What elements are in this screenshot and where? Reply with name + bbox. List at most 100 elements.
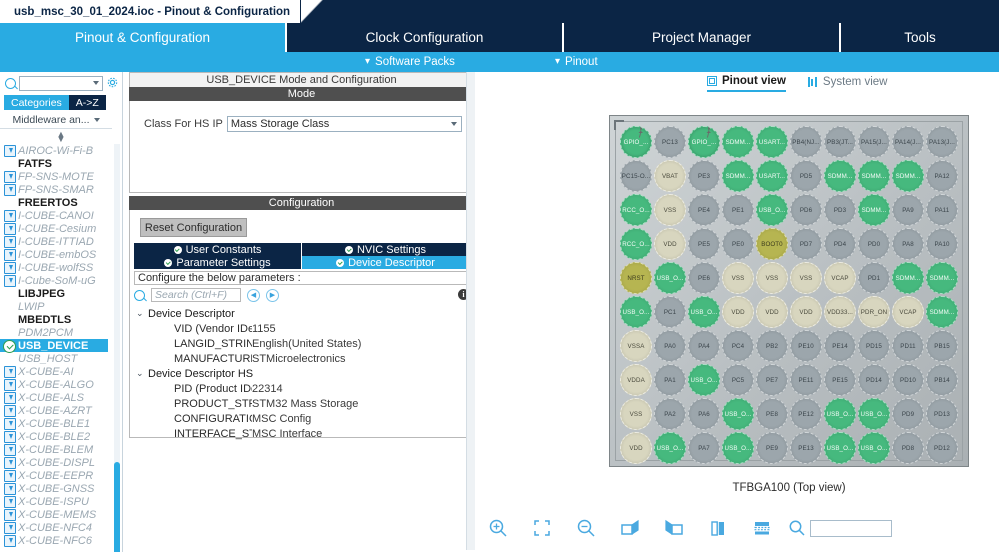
download-icon[interactable] <box>4 405 16 417</box>
pin-pd10-r8c9[interactable]: PD10 <box>892 364 924 396</box>
download-icon[interactable] <box>4 210 16 222</box>
pin-pa7-r10c3[interactable]: PA7 <box>688 432 720 464</box>
download-icon[interactable] <box>4 184 16 196</box>
tab-user-constants[interactable]: User Constants <box>134 243 302 256</box>
parameter-row[interactable]: CONFIGURATION_STRIN...MSC Config <box>134 411 472 426</box>
sidebar-item-i-cube-canoi[interactable]: I-CUBE-CANOI <box>0 209 112 222</box>
pin-rcc-o-r4c1[interactable]: RCC_O... <box>620 228 652 260</box>
parameter-row[interactable]: MANUFACTURER_STRIN...STMicroelectronics <box>134 351 472 366</box>
download-icon[interactable] <box>4 249 16 261</box>
pin-vss-r5c4[interactable]: VSS <box>722 262 754 294</box>
pin-usart-r2c5[interactable]: USART... <box>756 160 788 192</box>
pin-pe14-r7c7[interactable]: PE14 <box>824 330 856 362</box>
pin-vcap-r6c9[interactable]: VCAP <box>892 296 924 328</box>
pin-sdmm-r2c9[interactable]: SDMM... <box>892 160 924 192</box>
pin-pe3-r2c3[interactable]: PE3 <box>688 160 720 192</box>
pin-pe10-r7c6[interactable]: PE10 <box>790 330 822 362</box>
pin-vdda-r8c1[interactable]: VDDA <box>620 364 652 396</box>
pin-pd7-r4c6[interactable]: PD7 <box>790 228 822 260</box>
pin-usb-o-r6c1[interactable]: USB_O... <box>620 296 652 328</box>
parameter-value[interactable]: MSC Config <box>252 413 311 425</box>
sidebar-item-x-cube-eepr[interactable]: X-CUBE-EEPR <box>0 469 112 482</box>
rotate-right-icon[interactable] <box>608 508 652 548</box>
pin-pe11-r8c6[interactable]: PE11 <box>790 364 822 396</box>
pin-usb-o-r10c8[interactable]: USB_O... <box>858 432 890 464</box>
tab-device-descriptor[interactable]: Device Descriptor <box>302 256 469 269</box>
download-icon[interactable] <box>4 392 16 404</box>
fit-to-screen-icon[interactable] <box>520 508 564 548</box>
parameter-row[interactable]: PID (Product IDentifier)22314 <box>134 381 472 396</box>
pin-sdmm-r2c7[interactable]: SDMM... <box>824 160 856 192</box>
gear-icon[interactable] <box>107 77 118 88</box>
pin-sdmm-r5c10[interactable]: SDMM... <box>926 262 958 294</box>
pin-pc13-r1c2[interactable]: PC13 <box>654 126 686 158</box>
chevron-right-icon[interactable]: ▶ <box>266 288 279 302</box>
pin-pd13-r9c10[interactable]: PD13 <box>926 398 958 430</box>
pin-pd15-r7c8[interactable]: PD15 <box>858 330 890 362</box>
parameter-row[interactable]: VID (Vendor IDentifier)1155 <box>134 321 472 336</box>
pin-pe7-r8c5[interactable]: PE7 <box>756 364 788 396</box>
pin-usb-o-r5c2[interactable]: USB_O... <box>654 262 686 294</box>
pin-pa8-r4c9[interactable]: PA8 <box>892 228 924 260</box>
software-packs-menu[interactable]: ▾ Software Packs <box>365 52 455 72</box>
pin-sdmm-r2c8[interactable]: SDMM... <box>858 160 890 192</box>
pin-pe13-r10c6[interactable]: PE13 <box>790 432 822 464</box>
sidebar-item-x-cube-gnss[interactable]: X-CUBE-GNSS <box>0 482 112 495</box>
sidebar-scrollbar-thumb[interactable] <box>114 462 120 552</box>
pin-pa11-r3c10[interactable]: PA11 <box>926 194 958 226</box>
component-list[interactable]: AIROC-Wi-Fi-B FATFS FP-SNS-MOTE FP-SNS-SMAR… <box>0 144 112 552</box>
pin-vdd-r6c4[interactable]: VDD <box>722 296 754 328</box>
pin-pe8-r9c5[interactable]: PE8 <box>756 398 788 430</box>
parameter-value[interactable]: 1155 <box>252 323 276 335</box>
pin-usb-o-r8c3[interactable]: USB_O... <box>688 364 720 396</box>
project-title-tab[interactable]: usb_msc_30_01_2024.ioc - Pinout & Config… <box>0 0 301 23</box>
download-icon[interactable] <box>4 366 16 378</box>
parameter-value[interactable]: STMicroelectronics <box>252 353 346 365</box>
pin-pd3-r3c7[interactable]: PD3 <box>824 194 856 226</box>
sidebar-item-fp-sns-smar[interactable]: FP-SNS-SMAR <box>0 183 112 196</box>
pin-usart-r1c5[interactable]: USART... <box>756 126 788 158</box>
parameter-row[interactable]: PRODUCT_STRING (Prod...STM32 Mass Storag… <box>134 396 472 411</box>
pin-pa9-r3c9[interactable]: PA9 <box>892 194 924 226</box>
pin-vss-r3c2[interactable]: VSS <box>654 194 686 226</box>
parameter-value[interactable]: MSC Interface <box>252 428 322 440</box>
pin-pe5-r4c3[interactable]: PE5 <box>688 228 720 260</box>
sidebar-item-libjpeg[interactable]: LIBJPEG <box>0 287 112 300</box>
pin-sdmm-r3c8[interactable]: SDMM... <box>858 194 890 226</box>
parameter-value[interactable]: 22314 <box>252 383 283 395</box>
sidebar-item-x-cube-displ[interactable]: X-CUBE-DISPL <box>0 456 112 469</box>
pin-vdd33-r6c7[interactable]: VDD33... <box>824 296 856 328</box>
class-for-hs-ip-select[interactable]: Mass Storage Class <box>226 116 462 132</box>
chip-package[interactable]: GPIO_... PC13 GPIO_... SDMM... USART... PB4(N… <box>609 115 969 467</box>
pin-gpio-r1c1[interactable]: GPIO_... <box>620 126 652 158</box>
main-tab-clock-configuration[interactable]: Clock Configuration <box>287 23 564 52</box>
pin-sdmm-r6c10[interactable]: SDMM... <box>926 296 958 328</box>
sidebar-item-x-cube-mems[interactable]: X-CUBE-MEMS <box>0 508 112 521</box>
download-icon[interactable] <box>4 275 16 287</box>
pin-pb15-r7c10[interactable]: PB15 <box>926 330 958 362</box>
sidebar-item-x-cube-nfc4[interactable]: X-CUBE-NFC4 <box>0 521 112 534</box>
pin-vdd-r10c1[interactable]: VDD <box>620 432 652 464</box>
search-icon[interactable] <box>784 508 810 548</box>
pin-usb-o-r10c7[interactable]: USB_O... <box>824 432 856 464</box>
sidebar-item-x-cube-blem[interactable]: X-CUBE-BLEM <box>0 443 112 456</box>
pin-pb14-r8c10[interactable]: PB14 <box>926 364 958 396</box>
pinout-search-input[interactable] <box>810 519 892 537</box>
download-icon[interactable] <box>4 262 16 274</box>
keep-layout-icon[interactable] <box>740 508 784 548</box>
pin-vbat-r2c2[interactable]: VBAT <box>654 160 686 192</box>
sidebar-search-combo[interactable] <box>19 75 103 91</box>
tab-a-to-z[interactable]: A->Z <box>68 95 106 110</box>
download-icon[interactable] <box>4 145 16 157</box>
rotate-left-icon[interactable] <box>652 508 696 548</box>
parameter-value[interactable]: STM32 Mass Storage <box>252 398 358 410</box>
pin-pdr-on-r6c8[interactable]: PDR_ON <box>858 296 890 328</box>
pin-nrst-r5c1[interactable]: NRST <box>620 262 652 294</box>
chevron-left-icon[interactable]: ◀ <box>247 288 260 302</box>
pin-usb-o-r9c8[interactable]: USB_O... <box>858 398 890 430</box>
sidebar-item-mbedtls[interactable]: MBEDTLS <box>0 313 112 326</box>
pin-pd4-r4c7[interactable]: PD4 <box>824 228 856 260</box>
tab-system-view[interactable]: System view <box>807 76 887 91</box>
pin-sdmm-r2c4[interactable]: SDMM... <box>722 160 754 192</box>
pin-rcc-o-r3c1[interactable]: RCC_O... <box>620 194 652 226</box>
